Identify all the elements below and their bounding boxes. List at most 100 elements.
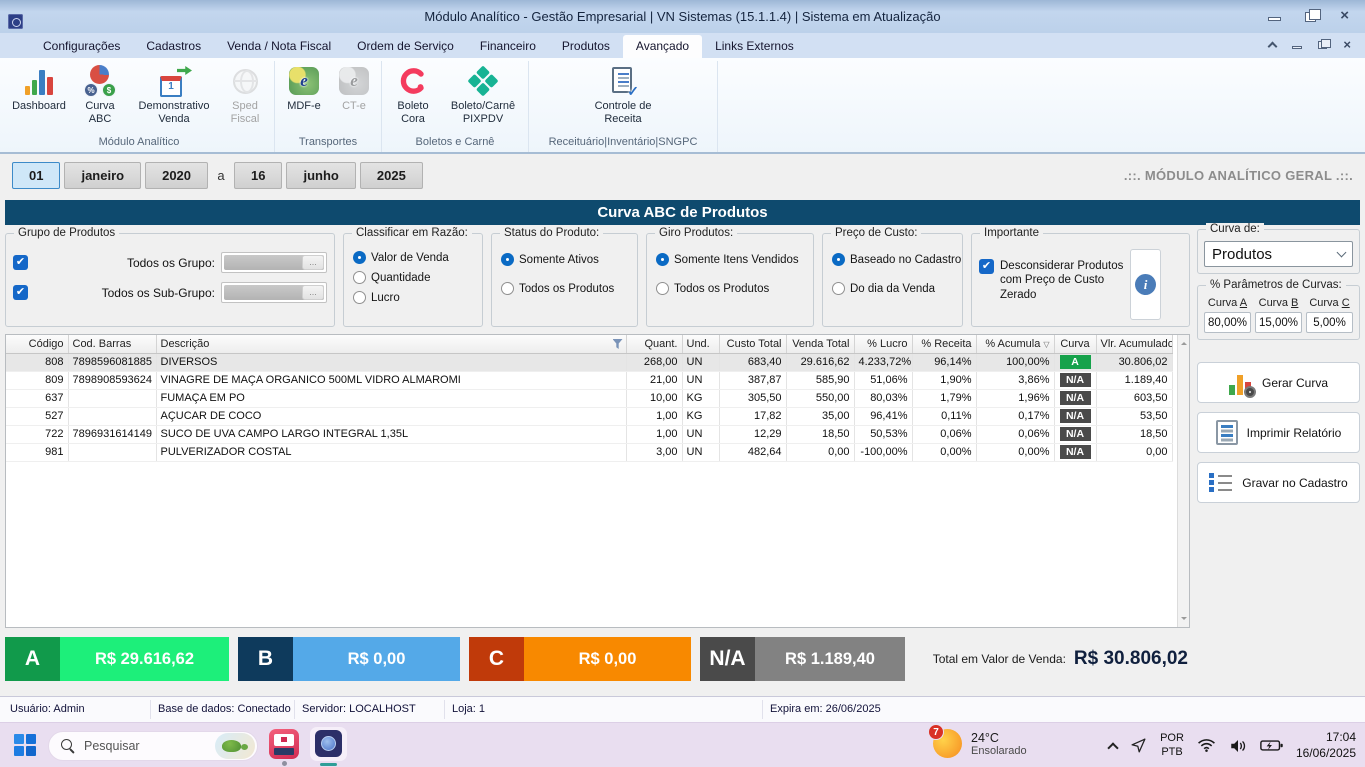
ribbon-controle-receita-button[interactable]: ✓ Controle de Receita: [585, 61, 661, 127]
column-header-venda[interactable]: Venda Total: [786, 335, 854, 353]
radio-option[interactable]: Todos os Produtos: [656, 282, 804, 295]
radio-unselected-icon[interactable]: [501, 282, 514, 295]
ribbon-dashboard-button[interactable]: Dashboard: [7, 61, 71, 115]
radio-unselected-icon[interactable]: [832, 282, 845, 295]
collapse-ribbon-icon[interactable]: [1268, 42, 1278, 52]
column-header-und[interactable]: Und.: [682, 335, 719, 353]
location-share-icon[interactable]: [1130, 737, 1147, 754]
table-row[interactable]: 7227896931614149SUCO DE UVA CAMPO LARGO …: [6, 425, 1172, 443]
sub-grupo-input[interactable]: ...: [221, 282, 327, 303]
taskbar-clock[interactable]: 17:04 16/06/2025: [1296, 730, 1356, 761]
radio-option[interactable]: Baseado no Cadastro: [832, 253, 953, 266]
radio-unselected-icon[interactable]: [656, 282, 669, 295]
curva-de-dropdown[interactable]: Produtos: [1204, 241, 1353, 267]
curva-badge: N/A: [1060, 427, 1091, 441]
taskbar-search[interactable]: Pesquisar: [48, 731, 258, 761]
close-button[interactable]: ×: [1340, 9, 1349, 23]
radio-unselected-icon[interactable]: [353, 271, 366, 284]
child-restore-button[interactable]: [1318, 41, 1327, 49]
date-field[interactable]: junho: [286, 162, 355, 189]
radio-selected-icon[interactable]: [501, 253, 514, 266]
radio-option[interactable]: Todos os Produtos: [501, 282, 628, 295]
child-minimize-button[interactable]: [1292, 46, 1302, 49]
wifi-icon[interactable]: [1197, 738, 1216, 753]
column-header-receita[interactable]: % Receita: [912, 335, 976, 353]
table-row[interactable]: 981PULVERIZADOR COSTAL3,00UN482,640,00-1…: [6, 443, 1172, 461]
date-field[interactable]: 2020: [145, 162, 208, 189]
summary-bar-letter: B: [238, 637, 293, 681]
column-header-quant[interactable]: Quant.: [626, 335, 682, 353]
radio-selected-icon[interactable]: [353, 251, 366, 264]
radio-option[interactable]: Valor de Venda: [353, 251, 473, 264]
radio-selected-icon[interactable]: [832, 253, 845, 266]
taskbar-app-pos[interactable]: [269, 723, 299, 767]
radio-option[interactable]: Somente Itens Vendidos: [656, 253, 804, 266]
taskbar-weather[interactable]: 7 24°C Ensolarado: [933, 729, 1027, 758]
browse-button[interactable]: ...: [302, 285, 324, 300]
date-field[interactable]: 16: [234, 162, 282, 189]
checkbox-desconsiderar[interactable]: ✔: [979, 259, 994, 274]
tray-chevron-up-icon[interactable]: [1107, 742, 1118, 753]
cell-custo: 17,82: [719, 407, 786, 425]
language-indicator[interactable]: POR PTB: [1160, 732, 1184, 760]
column-header-barras[interactable]: Cod. Barras: [68, 335, 156, 353]
grupo-input[interactable]: ...: [221, 252, 327, 273]
checkbox-todos-os-grupo[interactable]: ✔: [13, 255, 28, 270]
menu-tab[interactable]: Financeiro: [467, 35, 549, 58]
taskbar-app-active[interactable]: [310, 723, 347, 767]
start-button[interactable]: [14, 734, 37, 757]
column-header-curva[interactable]: Curva: [1054, 335, 1096, 353]
ribbon-curva-abc-button[interactable]: %$ Curva ABC: [71, 61, 129, 127]
menu-tab[interactable]: Produtos: [549, 35, 623, 58]
child-close-button[interactable]: ×: [1343, 39, 1351, 51]
speaker-icon[interactable]: [1229, 738, 1247, 754]
info-button[interactable]: i: [1130, 249, 1161, 320]
table-row[interactable]: 527AÇUCAR DE COCO1,00KG17,8235,0096,41%0…: [6, 407, 1172, 425]
column-header-vlr[interactable]: Vlr. Acumulado: [1096, 335, 1172, 353]
curve-param-value[interactable]: 80,00%: [1204, 312, 1251, 333]
gravar-no-cadastro-button[interactable]: Gravar no Cadastro: [1197, 462, 1360, 503]
radio-selected-icon[interactable]: [656, 253, 669, 266]
checkbox-todos-os-sub-grupo[interactable]: ✔: [13, 285, 28, 300]
minimize-button[interactable]: [1268, 11, 1281, 21]
column-header-lucro[interactable]: % Lucro: [854, 335, 912, 353]
ribbon-demonstrativo-venda-button[interactable]: 1 Demonstrativo Venda: [129, 61, 219, 127]
radio-option[interactable]: Quantidade: [353, 271, 473, 284]
filter-icon[interactable]: [613, 339, 623, 349]
radio-option[interactable]: Somente Ativos: [501, 253, 628, 266]
menu-tab[interactable]: Venda / Nota Fiscal: [214, 35, 344, 58]
table-row[interactable]: 8087898596081885DIVERSOS268,00UN683,4029…: [6, 353, 1172, 371]
search-highlight-image[interactable]: [215, 733, 255, 759]
menu-tab[interactable]: Configurações: [30, 35, 133, 58]
restore-button[interactable]: [1305, 10, 1316, 22]
menu-tab[interactable]: Avançado: [623, 35, 702, 58]
radio-unselected-icon[interactable]: [353, 291, 366, 304]
date-field[interactable]: janeiro: [64, 162, 141, 189]
table-row[interactable]: 637FUMAÇA EM PO10,00KG305,50550,0080,03%…: [6, 389, 1172, 407]
browse-button[interactable]: ...: [302, 255, 324, 270]
menu-tab[interactable]: Cadastros: [133, 35, 214, 58]
vertical-scrollbar[interactable]: [1177, 335, 1189, 627]
radio-option[interactable]: Lucro: [353, 291, 473, 304]
table-row[interactable]: 8097898908593624VINAGRE DE MAÇA ORGANICO…: [6, 371, 1172, 389]
curve-param-value[interactable]: 5,00%: [1306, 312, 1353, 333]
column-header-codigo[interactable]: Código: [6, 335, 68, 353]
active-app-icon[interactable]: [315, 730, 342, 757]
date-field[interactable]: 01: [12, 162, 60, 189]
curve-param-value[interactable]: 15,00%: [1255, 312, 1302, 333]
column-header-descricao[interactable]: Descrição: [156, 335, 626, 353]
menu-tab[interactable]: Ordem de Serviço: [344, 35, 467, 58]
imprimir-relatorio-button[interactable]: Imprimir Relatório: [1197, 412, 1360, 453]
column-header-acumula[interactable]: % Acumula▽: [976, 335, 1054, 353]
pos-app-icon[interactable]: [269, 729, 299, 759]
column-header-custo[interactable]: Custo Total: [719, 335, 786, 353]
radio-option[interactable]: Do dia da Venda: [832, 282, 953, 295]
gerar-curva-button[interactable]: Gerar Curva: [1197, 362, 1360, 403]
battery-icon[interactable]: [1260, 738, 1283, 753]
ribbon-mdfe-button[interactable]: e MDF-e: [278, 61, 330, 115]
date-field[interactable]: 2025: [360, 162, 423, 189]
ribbon-boleto-cora-button[interactable]: Boleto Cora: [385, 61, 441, 127]
menu-tab[interactable]: Links Externos: [702, 35, 807, 58]
cell-vlr: 1.189,40: [1096, 371, 1172, 389]
ribbon-pixpdv-button[interactable]: Boleto/Carnê PIXPDV: [441, 61, 525, 127]
